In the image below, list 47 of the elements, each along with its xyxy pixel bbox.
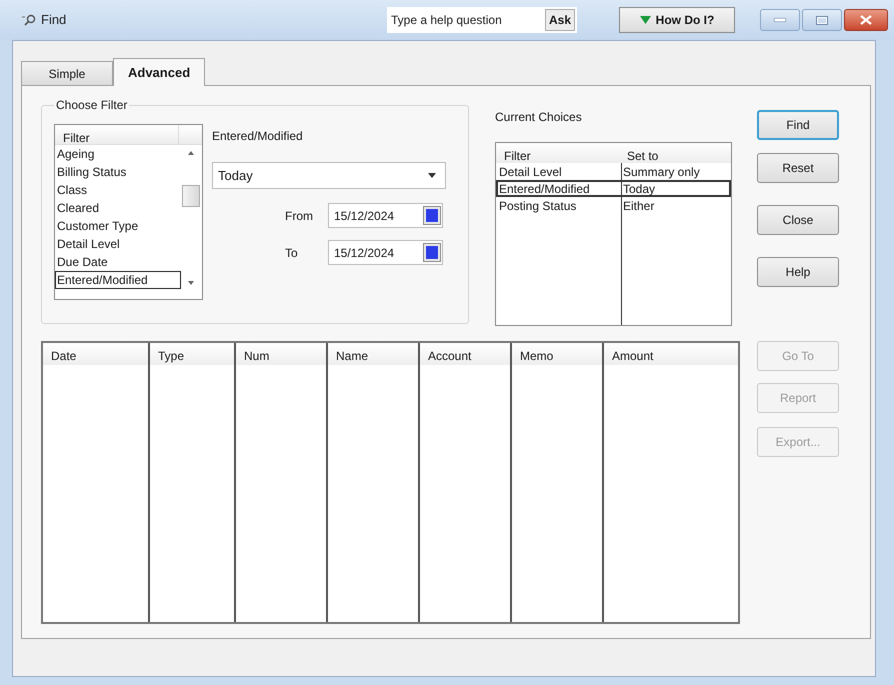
from-date-field[interactable]: 15/12/2024	[328, 203, 443, 228]
scroll-thumb[interactable]	[182, 185, 200, 207]
filter-list[interactable]: Filter Ageing Billing Status Class Cleared Customer Type Detail Level Due Date Entered/Modified	[54, 124, 203, 300]
dropdown-arrow-icon	[428, 173, 436, 178]
from-label: From	[285, 208, 314, 224]
help-search-field[interactable]: Type a help question Ask	[387, 7, 577, 33]
tab[interactable]: Advanced	[113, 58, 206, 86]
maximize-icon	[816, 16, 828, 24]
calendar-icon[interactable]	[423, 243, 441, 262]
close-icon	[860, 15, 872, 25]
triangle-down-icon	[640, 16, 651, 24]
minimize-icon	[774, 18, 786, 22]
group-title: Choose Filter	[55, 97, 128, 114]
filter-list-item[interactable]: Billing Status	[55, 163, 181, 181]
tab[interactable]: Simple	[21, 61, 113, 85]
calendar-icon[interactable]	[423, 206, 441, 225]
choice-row[interactable]: Entered/Modified Today	[496, 180, 731, 197]
choice-row[interactable]: Detail Level Summary only	[496, 163, 731, 180]
filter-list-item[interactable]: Customer Type	[55, 217, 181, 235]
filter-label: Entered/Modified	[212, 128, 304, 145]
to-date-field[interactable]: 15/12/2024	[328, 240, 443, 265]
how-do-i-button[interactable]: How Do I?	[619, 7, 735, 33]
filter-list-item[interactable]: Class	[55, 181, 181, 199]
choice-row[interactable]: Posting Status Either	[496, 197, 731, 214]
maximize-button[interactable]	[802, 9, 842, 31]
dialog-button[interactable]: Find	[757, 110, 839, 140]
filter-list-item[interactable]: Cleared	[55, 199, 181, 217]
filter-list-item[interactable]: Entered/Modified	[55, 271, 181, 289]
period-dropdown[interactable]: Today	[212, 162, 446, 189]
filter-list-item[interactable]: Detail Level	[55, 235, 181, 253]
minimize-button[interactable]	[760, 9, 800, 31]
filter-list-item[interactable]: Ageing	[55, 145, 181, 163]
column-header: Filter	[503, 148, 532, 163]
dialog-button[interactable]: Help	[757, 257, 839, 287]
filter-list-item[interactable]: Due Date	[55, 253, 181, 271]
ask-button[interactable]: Ask	[544, 9, 575, 31]
dialog-button[interactable]: Close	[757, 205, 839, 235]
column-header: Filter	[55, 125, 179, 144]
to-label: To	[285, 244, 299, 262]
current-choices-label: Current Choices	[495, 109, 583, 126]
scroll-down-icon	[188, 281, 194, 285]
dialog-button[interactable]: Reset	[757, 153, 839, 183]
window-title: Find	[41, 11, 68, 30]
column-header: Set to	[626, 148, 660, 163]
find-icon	[22, 14, 36, 26]
close-window-button[interactable]	[844, 9, 888, 31]
scroll-up-icon	[188, 151, 194, 155]
